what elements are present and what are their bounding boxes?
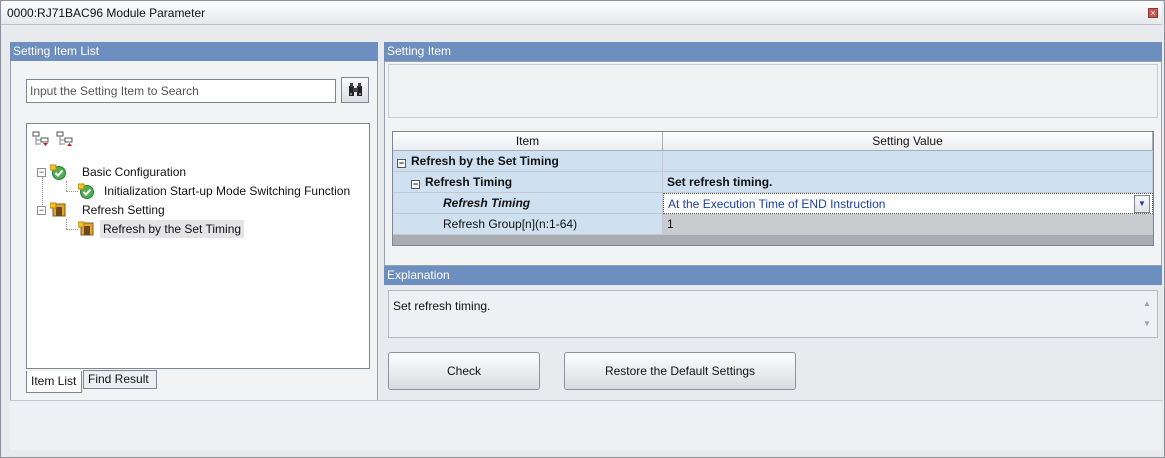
tree-item-refresh-setting[interactable]: − Refresh Setting: [36, 201, 336, 219]
refresh-setting-icon: [78, 221, 94, 236]
collapse-icon[interactable]: −: [37, 206, 46, 215]
search-input[interactable]: Input the Setting Item to Search: [26, 79, 336, 103]
check-icon: [78, 183, 94, 199]
check-button-label: Check: [446, 364, 481, 378]
collapse-icon[interactable]: −: [397, 159, 406, 168]
setting-item-header: Setting Item: [384, 42, 1162, 61]
tab-item-list[interactable]: Item List: [26, 371, 82, 393]
tree-line: [66, 191, 78, 192]
tree-line: [66, 229, 78, 230]
check-button[interactable]: Check: [388, 352, 540, 390]
collapse-icon[interactable]: −: [37, 168, 46, 177]
row-value-cell: Set refresh timing.: [663, 172, 1153, 193]
close-icon[interactable]: ×: [1148, 8, 1158, 18]
status-area: [10, 400, 1162, 450]
explanation-text: Set refresh timing.: [393, 299, 491, 313]
setting-tree: [26, 123, 370, 369]
setting-item-list-header: Setting Item List: [10, 42, 378, 61]
setting-item-toolbar-area: [388, 64, 1158, 118]
restore-default-settings-button[interactable]: Restore the Default Settings: [564, 352, 796, 390]
tree-item-label: Initialization Start-up Mode Switching F…: [104, 184, 351, 198]
table-row[interactable]: − Refresh by the Set Timing: [393, 151, 1153, 172]
row-value-cell: [663, 151, 1153, 172]
dropdown-value: At the Execution Time of END Instruction: [668, 197, 886, 211]
window-title: 0000:RJ71BAC96 Module Parameter: [7, 6, 206, 20]
scroll-down-icon[interactable]: ▼: [1143, 319, 1151, 328]
explanation-scrollbar[interactable]: ▲ ▼: [1139, 291, 1157, 337]
explanation-box: Set refresh timing. ▲ ▼: [388, 290, 1158, 338]
restore-button-label: Restore the Default Settings: [604, 364, 756, 378]
expand-all-icon[interactable]: [32, 131, 50, 147]
chevron-down-icon[interactable]: ▼: [1134, 195, 1150, 213]
tree-item-label: Basic Configuration: [82, 165, 187, 179]
row-value-cell: 1: [663, 214, 1153, 235]
tree-item-refresh-by-set-timing[interactable]: Refresh by the Set Timing: [78, 220, 278, 238]
tab-find-result[interactable]: Find Result: [83, 370, 157, 389]
row-item-cell: − Refresh Timing: [393, 172, 663, 193]
table-row[interactable]: − Refresh Timing Set refresh timing.: [393, 172, 1153, 193]
tree-line: [66, 181, 67, 191]
refresh-setting-icon: [50, 202, 66, 217]
tree-line: [66, 219, 67, 229]
row-item-cell: Refresh Timing: [393, 193, 663, 214]
collapse-icon[interactable]: −: [411, 180, 420, 189]
tree-item-label: Refresh Setting: [82, 203, 165, 217]
title-bar: 0000:RJ71BAC96 Module Parameter ×: [1, 1, 1162, 25]
collapse-all-icon[interactable]: [56, 131, 74, 147]
binoculars-icon: [349, 83, 362, 96]
table-row[interactable]: Refresh Group[n](n:1-64) 1: [393, 214, 1153, 235]
scroll-up-icon[interactable]: ▲: [1143, 299, 1151, 308]
search-button[interactable]: [341, 77, 369, 103]
column-header-setting-value: Setting Value: [663, 132, 1153, 151]
column-header-item: Item: [393, 132, 663, 151]
row-item-cell: Refresh Group[n](n:1-64): [393, 214, 663, 235]
check-icon: [50, 164, 66, 180]
setting-grid: Item Setting Value − Refresh by the Set T…: [392, 131, 1154, 246]
explanation-header: Explanation: [384, 266, 1162, 285]
row-item-cell: − Refresh by the Set Timing: [393, 151, 663, 172]
table-row[interactable]: Refresh Timing At the Execution Time of …: [393, 193, 1153, 214]
tree-item-initialization-start-up-mode[interactable]: Initialization Start-up Mode Switching F…: [78, 182, 368, 200]
refresh-timing-dropdown[interactable]: At the Execution Time of END Instruction…: [663, 193, 1153, 214]
row-item-label: Refresh by the Set Timing: [411, 154, 559, 168]
row-item-label: Refresh Timing: [425, 175, 513, 189]
tree-item-basic-configuration[interactable]: − Basic Configuration: [36, 163, 366, 181]
tree-item-label: Refresh by the Set Timing: [100, 220, 245, 238]
